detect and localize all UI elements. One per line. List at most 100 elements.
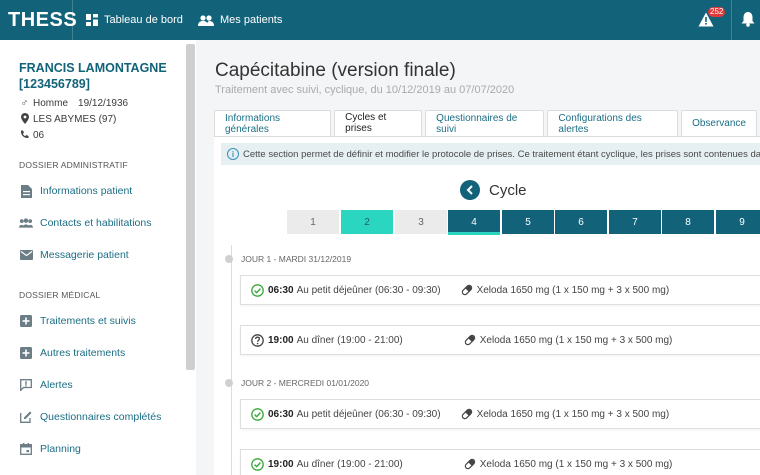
sidebar-item-patient-info[interactable]: Informations patient xyxy=(19,183,132,199)
tab-general-info[interactable]: Informations générales xyxy=(214,110,332,136)
bell-icon[interactable] xyxy=(741,11,755,27)
day-label: JOUR 1 - MARDI 31/12/2019 xyxy=(241,254,352,264)
check-circle-icon xyxy=(251,457,264,471)
group-icon xyxy=(19,216,33,230)
info-text: Cette section permet de définir et modif… xyxy=(243,148,760,160)
sidebar-item-planning[interactable]: Planning xyxy=(19,441,81,457)
logo-divider xyxy=(72,0,73,40)
cycle-header: Cycle xyxy=(460,180,527,200)
cycle-button-2[interactable]: 2 xyxy=(341,210,393,234)
intake-description: Au petit déjeûner (06:30 - 09:30) xyxy=(296,284,441,296)
sidebar-item-label: Contacts et habilitations xyxy=(40,217,152,229)
tab-cycles[interactable]: Cycles et prises xyxy=(334,110,423,136)
day-header-2: JOUR 2 - MERCREDI 01/01/2020 xyxy=(221,378,369,388)
location-pin-icon xyxy=(19,112,30,127)
tab-alert-config[interactable]: Configurations des alertes xyxy=(547,110,679,136)
sidebar-item-contacts[interactable]: Contacts et habilitations xyxy=(19,215,151,231)
day-label: JOUR 2 - MERCREDI 01/01/2020 xyxy=(241,378,370,388)
cycle-button-5[interactable]: 5 xyxy=(502,210,554,234)
page-title: Capécitabine (version finale) xyxy=(215,60,456,81)
intake-row[interactable]: 19:00 Au dîner (19:00 - 21:00) Xeloda 16… xyxy=(240,325,760,355)
cycle-button-4[interactable]: 4 xyxy=(448,210,500,234)
sidebar-item-label: Alertes xyxy=(40,379,73,391)
cycle-title: Cycle xyxy=(489,181,527,199)
sidebar-item-label: Planning xyxy=(40,443,81,455)
patient-gender: Homme xyxy=(33,98,69,109)
intake-row[interactable]: 06:30 Au petit déjeûner (06:30 - 09:30) … xyxy=(240,275,760,305)
tab-questionnaires[interactable]: Questionnaires de suivi xyxy=(425,110,545,136)
sidebar-item-label: Messagerie patient xyxy=(40,249,129,261)
sidebar-item-messaging[interactable]: Messagerie patient xyxy=(19,247,129,263)
male-icon: ♂ xyxy=(20,98,29,109)
intake-drug: Xeloda 1650 mg (1 x 150 mg + 3 x 500 mg) xyxy=(476,284,670,296)
chevron-left-icon xyxy=(466,185,473,195)
timeline-line xyxy=(231,245,232,475)
intake-row[interactable]: 19:00 Au dîner (19:00 - 21:00) Xeloda 16… xyxy=(240,449,760,475)
alerts-button[interactable]: 252 xyxy=(698,7,726,31)
dashboard-icon xyxy=(86,14,98,26)
day-header-1: JOUR 1 - MARDI 31/12/2019 xyxy=(221,254,351,264)
nav-patients[interactable]: Mes patients xyxy=(198,11,282,29)
cycle-button-9[interactable]: 9 xyxy=(716,210,760,234)
plus-square-icon xyxy=(19,314,33,328)
check-circle-icon xyxy=(251,407,264,421)
check-circle-icon xyxy=(251,283,264,297)
nav-dashboard[interactable]: Tableau de bord xyxy=(86,11,183,29)
sidebar-item-treatments[interactable]: Traitements et suivis xyxy=(19,313,136,329)
pill-icon xyxy=(464,458,475,470)
timeline-dot xyxy=(225,255,233,263)
alert-count-badge: 252 xyxy=(708,7,726,17)
cycle-button-1[interactable]: 1 xyxy=(287,210,339,234)
plus-square-icon xyxy=(19,346,33,360)
intake-row[interactable]: 06:30 Au petit déjeûner (06:30 - 09:30) … xyxy=(240,399,760,429)
info-banner: i Cette section permet de définir et mod… xyxy=(221,143,760,165)
top-bar: THESS Tableau de bord Mes patients 252 xyxy=(0,0,760,40)
intake-drug: Xeloda 1650 mg (1 x 150 mg + 3 x 500 mg) xyxy=(476,408,670,420)
sidebar-item-questionnaires[interactable]: Questionnaires complétés xyxy=(19,409,161,425)
intake-description: Au dîner (19:00 - 21:00) xyxy=(296,458,403,470)
file-icon xyxy=(19,184,33,198)
sidebar-item-alerts[interactable]: Alertes xyxy=(19,377,73,393)
patient-phone-row: 06 xyxy=(19,129,44,142)
calendar-icon xyxy=(19,442,33,456)
sidebar-item-label: Traitements et suivis xyxy=(40,315,136,327)
patient-birthdate: 19/12/1936 xyxy=(78,98,129,109)
selected-cycle-indicator xyxy=(448,232,500,235)
patient-location-row: LES ABYMES (97) xyxy=(19,112,116,127)
phone-icon xyxy=(19,130,30,142)
pill-icon xyxy=(461,408,472,420)
intake-time: 06:30 xyxy=(268,284,294,296)
app-logo[interactable]: THESS xyxy=(8,8,77,32)
nav-patients-label: Mes patients xyxy=(220,14,283,26)
patient-name-block: FRANCIS LAMONTAGNE [123456789] xyxy=(19,60,184,92)
cycle-button-8[interactable]: 8 xyxy=(662,210,714,234)
tab-bar: Informations générales Cycles et prises … xyxy=(214,110,760,136)
info-icon: i xyxy=(227,148,239,160)
sidebar-item-label: Autres traitements xyxy=(40,347,126,359)
cycle-button-7[interactable]: 7 xyxy=(609,210,661,234)
sidebar-item-label: Informations patient xyxy=(40,185,133,197)
previous-cycle-button[interactable] xyxy=(460,180,480,200)
sidebar-item-label: Questionnaires complétés xyxy=(40,411,162,423)
main-panel: Capécitabine (version finale) Traitement… xyxy=(196,40,760,475)
section-title-admin: DOSSIER ADMINISTRATIF xyxy=(19,160,128,170)
intake-description: Au petit déjeûner (06:30 - 09:30) xyxy=(296,408,441,420)
edit-icon xyxy=(19,410,33,424)
sidebar-scrollbar[interactable] xyxy=(186,44,195,370)
tab-observance[interactable]: Observance xyxy=(681,110,757,136)
nav-dashboard-label: Tableau de bord xyxy=(104,14,183,26)
patient-phone: 06 xyxy=(33,130,45,141)
intake-time: 19:00 xyxy=(268,334,294,346)
intake-drug: Xeloda 1650 mg (1 x 150 mg + 3 x 500 mg) xyxy=(479,458,673,470)
page-subtitle: Traitement avec suivi, cyclique, du 10/1… xyxy=(215,84,515,96)
cycle-button-6[interactable]: 6 xyxy=(555,210,607,234)
alert-bubble-icon xyxy=(19,378,33,392)
cycle-button-3[interactable]: 3 xyxy=(395,210,447,234)
tab-content: i Cette section permet de définir et mod… xyxy=(214,136,760,475)
sidebar-item-other-treatments[interactable]: Autres traitements xyxy=(19,345,125,361)
intake-time: 06:30 xyxy=(268,408,294,420)
patient-name: FRANCIS LAMONTAGNE xyxy=(19,61,167,75)
top-divider xyxy=(731,0,732,40)
patient-id: [123456789] xyxy=(19,77,90,91)
intake-time: 19:00 xyxy=(268,458,294,470)
